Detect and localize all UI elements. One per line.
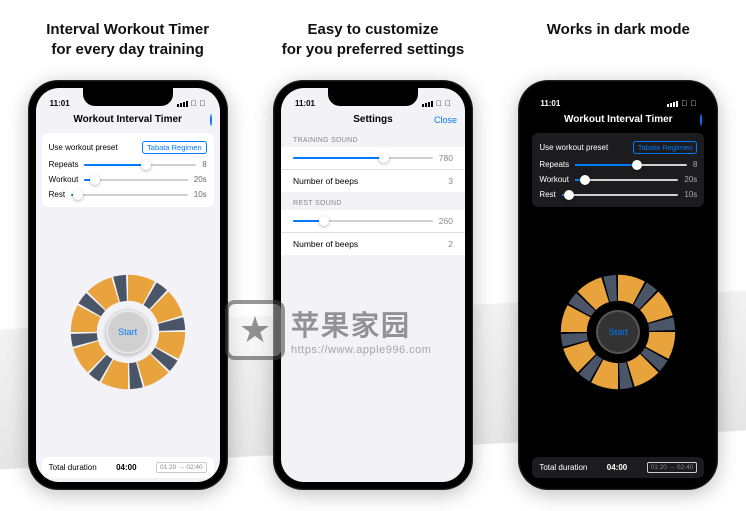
- signal-icon: [667, 101, 678, 107]
- rest-label: Rest: [49, 190, 65, 199]
- wifi-icon: 􀙇: [681, 99, 687, 108]
- signal-icon: [177, 101, 188, 107]
- status-time: 11:01: [50, 99, 70, 108]
- rest-beeps-value: 2: [448, 239, 453, 249]
- caption-3: Works in dark mode: [547, 20, 690, 62]
- preset-button[interactable]: Tabata Regimen: [633, 141, 698, 154]
- status-time: 11:01: [540, 99, 560, 108]
- timer-wheel: Start: [526, 211, 710, 453]
- workout-slider[interactable]: [84, 179, 187, 181]
- rest-beeps-row[interactable]: Number of beeps 2: [281, 233, 465, 255]
- nav-bar: Settings Close: [281, 110, 465, 129]
- repeats-value: 8: [202, 160, 206, 169]
- workout-label: Workout: [49, 175, 79, 184]
- total-duration-value: 04:00: [607, 463, 627, 472]
- training-beeps-value: 3: [448, 176, 453, 186]
- timer-wheel: Start: [36, 211, 220, 453]
- training-sound-value: 780: [439, 153, 453, 163]
- rest-sound-slider[interactable]: [293, 220, 433, 222]
- battery-icon: 􀛨: [445, 99, 451, 108]
- workout-value: 20s: [194, 175, 207, 184]
- training-sound-header: TRAINING SOUND: [281, 129, 465, 147]
- rest-beeps-label: Number of beeps: [293, 239, 358, 249]
- repeats-value: 8: [693, 160, 697, 169]
- rest-label: Rest: [539, 190, 555, 199]
- workout-slider[interactable]: [575, 179, 678, 181]
- repeats-label: Repeats: [49, 160, 79, 169]
- preset-label: Use workout preset: [539, 143, 608, 152]
- watermark-logo: ★: [225, 300, 285, 360]
- page-title: Workout Interval Timer: [73, 114, 182, 125]
- rest-slider[interactable]: [71, 194, 188, 196]
- phone-frame-settings: 11:01 􀙇 􀛨 Settings Close TRAINING SOUND: [273, 80, 473, 490]
- gear-icon: [700, 114, 702, 126]
- total-duration-value: 04:00: [116, 463, 136, 472]
- preset-button[interactable]: Tabata Regimen: [142, 141, 207, 154]
- watermark-url: https://www.apple996.com: [291, 344, 431, 356]
- duration-range: 01:20 → 02:40: [156, 462, 207, 473]
- start-button[interactable]: Start: [106, 310, 150, 354]
- panel-settings: Easy to customizefor you preferred setti…: [255, 20, 490, 490]
- preset-label: Use workout preset: [49, 143, 118, 152]
- caption-1: Interval Workout Timerfor every day trai…: [46, 20, 209, 62]
- training-beeps-label: Number of beeps: [293, 176, 358, 186]
- wifi-icon: 􀙇: [191, 99, 197, 108]
- page-title: Settings: [353, 114, 392, 125]
- duration-range: 01:20 → 02:40: [647, 462, 698, 473]
- wifi-icon: 􀙇: [436, 99, 442, 108]
- nav-bar: Workout Interval Timer: [526, 110, 710, 129]
- caption-2: Easy to customizefor you preferred setti…: [282, 20, 465, 62]
- page-title: Workout Interval Timer: [564, 114, 673, 125]
- start-button[interactable]: Start: [596, 310, 640, 354]
- nav-bar: Workout Interval Timer: [36, 110, 220, 129]
- status-time: 11:01: [295, 99, 315, 108]
- repeats-slider[interactable]: [84, 164, 196, 166]
- training-sound-slider[interactable]: [293, 157, 433, 159]
- settings-button[interactable]: [700, 115, 702, 125]
- panel-light-timer: Interval Workout Timerfor every day trai…: [10, 20, 245, 490]
- total-duration-label: Total duration: [539, 463, 587, 472]
- battery-icon: 􀛨: [200, 99, 206, 108]
- watermark: ★ 苹果家园 https://www.apple996.com: [225, 300, 431, 360]
- training-beeps-row[interactable]: Number of beeps 3: [281, 170, 465, 192]
- close-button[interactable]: Close: [434, 115, 457, 125]
- repeats-slider[interactable]: [575, 164, 687, 166]
- battery-icon: 􀛨: [690, 99, 696, 108]
- phone-frame-dark: 11:01 􀙇 􀛨 Workout Interval Timer Use wor…: [518, 80, 718, 490]
- rest-sound-value: 260: [439, 216, 453, 226]
- settings-button[interactable]: [210, 115, 212, 125]
- workout-value: 20s: [684, 175, 697, 184]
- star-icon: ★: [239, 309, 271, 351]
- phone-frame-light: 11:01 􀙇 􀛨 Workout Interval Timer Use wor…: [28, 80, 228, 490]
- rest-value: 10s: [194, 190, 207, 199]
- total-duration-label: Total duration: [49, 463, 97, 472]
- repeats-label: Repeats: [539, 160, 569, 169]
- gear-icon: [210, 114, 212, 126]
- workout-label: Workout: [539, 175, 569, 184]
- watermark-text-cn: 苹果家园: [291, 304, 431, 344]
- rest-value: 10s: [684, 190, 697, 199]
- panel-dark-timer: Works in dark mode 11:01 􀙇 􀛨 Workout Int…: [501, 20, 736, 490]
- rest-slider[interactable]: [562, 194, 679, 196]
- rest-sound-header: REST SOUND: [281, 192, 465, 210]
- signal-icon: [422, 101, 433, 107]
